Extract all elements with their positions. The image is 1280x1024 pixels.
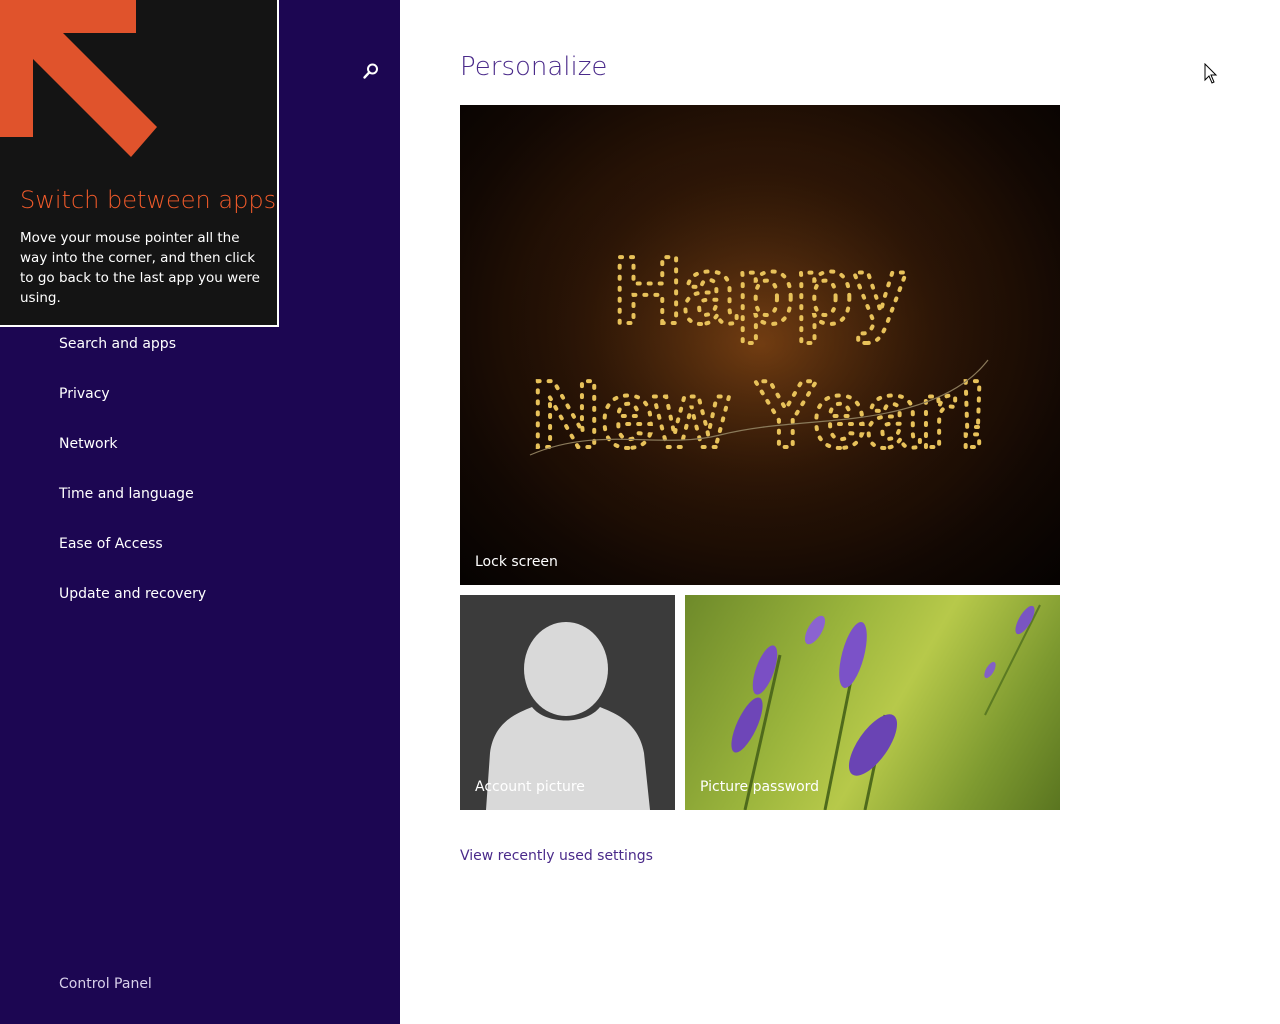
search-icon: [363, 63, 378, 79]
arrow-up-left-icon: [0, 0, 157, 157]
lock-screen-label: Lock screen: [475, 554, 558, 570]
nav-item-search-and-apps[interactable]: Search and apps: [59, 329, 176, 359]
happy-text: Happy: [613, 237, 906, 344]
page-title: Personalize: [460, 52, 608, 82]
control-panel-link[interactable]: Control Panel: [59, 970, 152, 998]
nav-item-privacy[interactable]: Privacy: [59, 379, 110, 409]
picture-password-label: Picture password: [700, 779, 820, 795]
lock-screen-tile[interactable]: Happy New Year! Lock screen: [460, 105, 1060, 585]
mouse-pointer-icon: [1204, 63, 1218, 84]
nav-item-time-and-language[interactable]: Time and language: [59, 479, 194, 509]
new-year-text: New Year!: [531, 361, 988, 468]
nav-item-network[interactable]: Network: [59, 429, 117, 459]
account-picture-label: Account picture: [475, 779, 585, 795]
tip-title: Switch between apps: [20, 186, 277, 214]
lavender-photo: [731, 604, 1041, 810]
view-recent-settings-link[interactable]: View recently used settings: [460, 844, 653, 868]
nav-item-ease-of-access[interactable]: Ease of Access: [59, 529, 163, 559]
switch-apps-tip[interactable]: Switch between apps Move your mouse poin…: [0, 0, 279, 327]
tip-body: Move your mouse pointer all the way into…: [20, 230, 260, 306]
account-picture-tile[interactable]: Account picture: [460, 595, 675, 810]
user-silhouette-icon: [486, 622, 650, 810]
search-button[interactable]: [356, 56, 386, 86]
lock-screen-image: Happy New Year!: [500, 145, 1020, 545]
nav-item-update-and-recovery[interactable]: Update and recovery: [59, 579, 206, 609]
picture-password-tile[interactable]: Picture password: [685, 595, 1060, 810]
